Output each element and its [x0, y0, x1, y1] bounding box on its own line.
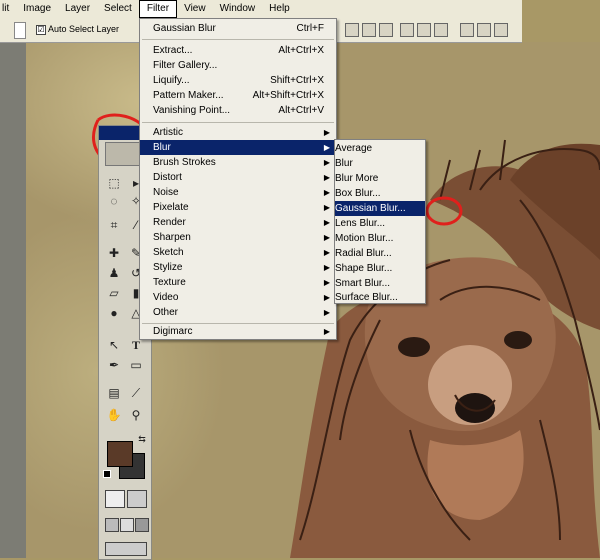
blur-item-average[interactable]: Average — [335, 141, 425, 156]
swap-colors-icon[interactable]: ⇆ — [133, 432, 151, 446]
submenu-arrow-icon: ▶ — [323, 278, 330, 287]
eraser-icon[interactable]: ▱ — [105, 286, 123, 300]
tool-preset-dropdown[interactable] — [14, 22, 26, 39]
auto-select-label: Auto Select Layer — [48, 24, 120, 34]
menu-item-sharpen[interactable]: Sharpen ▶ — [140, 230, 336, 245]
healing-brush-icon[interactable]: ✚ — [105, 246, 123, 260]
menu-item-filter-gallery[interactable]: Filter Gallery... — [140, 58, 336, 73]
menu-item-distort[interactable]: Distort ▶ — [140, 170, 336, 185]
auto-select-checkbox[interactable]: ☑ — [36, 25, 46, 35]
type-icon[interactable]: T — [127, 338, 145, 352]
blur-item-radial-blur[interactable]: Radial Blur... — [335, 246, 425, 261]
shape-icon[interactable]: ▭ — [127, 358, 145, 372]
pen-icon[interactable]: ✒ — [105, 358, 123, 372]
submenu-arrow-icon: ▶ — [323, 173, 330, 182]
jump-to-imageready-icon[interactable] — [105, 542, 147, 556]
distribute-bottom-icon[interactable] — [494, 23, 508, 37]
menu-separator — [142, 122, 334, 123]
menu-edit[interactable]: lit — [0, 0, 16, 18]
menu-item-texture[interactable]: Texture ▶ — [140, 275, 336, 290]
filter-menu: Gaussian Blur Ctrl+F Extract... Alt+Ctrl… — [139, 18, 337, 340]
submenu-arrow-icon: ▶ — [323, 327, 330, 336]
lasso-icon[interactable]: ◌ — [105, 194, 123, 208]
menu-item-other[interactable]: Other ▶ — [140, 305, 336, 320]
submenu-arrow-icon: ▶ — [323, 308, 330, 317]
screen-mode-full-icon[interactable] — [135, 518, 149, 532]
menu-item-extract[interactable]: Extract... Alt+Ctrl+X — [140, 43, 336, 58]
menu-item-pattern-maker[interactable]: Pattern Maker... Alt+Shift+Ctrl+X — [140, 88, 336, 103]
menu-help[interactable]: Help — [262, 0, 297, 18]
zoom-icon[interactable]: ⚲ — [127, 408, 145, 422]
blur-item-blur-more[interactable]: Blur More — [335, 171, 425, 186]
submenu-arrow-icon: ▶ — [323, 293, 330, 302]
distribute-top-icon[interactable] — [460, 23, 474, 37]
menu-item-brush-strokes[interactable]: Brush Strokes ▶ — [140, 155, 336, 170]
blur-submenu: Average Blur Blur More Box Blur... Gauss… — [334, 139, 426, 304]
menu-item-last-filter[interactable]: Gaussian Blur Ctrl+F — [140, 21, 336, 36]
align-bottom-icon[interactable] — [379, 23, 393, 37]
quick-mask-icon[interactable] — [127, 490, 147, 508]
screen-mode-full-menu-icon[interactable] — [120, 518, 134, 532]
menu-select[interactable]: Select — [97, 0, 139, 18]
align-top-icon[interactable] — [345, 23, 359, 37]
blur-item-blur[interactable]: Blur — [335, 156, 425, 171]
stamp-icon[interactable]: ♟ — [105, 266, 123, 280]
eyedropper-icon[interactable]: ⟋ — [127, 386, 145, 400]
blur-item-surface-blur[interactable]: Surface Blur... — [335, 290, 425, 302]
menu-bar: lit Image Layer Select Filter View Windo… — [0, 0, 522, 19]
notes-icon[interactable]: ▤ — [105, 386, 123, 400]
menu-item-render[interactable]: Render ▶ — [140, 215, 336, 230]
menu-item-stylize[interactable]: Stylize ▶ — [140, 260, 336, 275]
default-colors-icon[interactable] — [103, 470, 111, 478]
menu-separator — [142, 39, 334, 40]
menu-item-sketch[interactable]: Sketch ▶ — [140, 245, 336, 260]
foreground-color-overlay — [107, 441, 133, 467]
submenu-arrow-icon: ▶ — [323, 188, 330, 197]
blur-item-box-blur[interactable]: Box Blur... — [335, 186, 425, 201]
menu-item-video[interactable]: Video ▶ — [140, 290, 336, 305]
submenu-arrow-icon: ▶ — [323, 158, 330, 167]
align-left-icon[interactable] — [400, 23, 414, 37]
submenu-arrow-icon: ▶ — [323, 263, 330, 272]
menu-item-noise[interactable]: Noise ▶ — [140, 185, 336, 200]
menu-item-vanishing-point[interactable]: Vanishing Point... Alt+Ctrl+V — [140, 103, 336, 118]
hand-icon[interactable]: ✋ — [105, 408, 123, 422]
submenu-arrow-icon: ▶ — [323, 143, 330, 152]
marquee-icon[interactable]: ⬚ — [105, 176, 123, 190]
menu-item-digimarc[interactable]: Digimarc ▶ — [140, 324, 336, 339]
blur-item-shape-blur[interactable]: Shape Blur... — [335, 261, 425, 276]
distribute-center-icon[interactable] — [477, 23, 491, 37]
path-select-icon[interactable]: ↖ — [105, 338, 123, 352]
submenu-arrow-icon: ▶ — [323, 233, 330, 242]
menu-window[interactable]: Window — [213, 0, 263, 18]
blur-item-smart-blur[interactable]: Smart Blur... — [335, 276, 425, 291]
submenu-arrow-icon: ▶ — [323, 203, 330, 212]
submenu-arrow-icon: ▶ — [323, 248, 330, 257]
menu-item-blur[interactable]: Blur ▶ — [140, 140, 336, 155]
blur-item-lens-blur[interactable]: Lens Blur... — [335, 216, 425, 231]
submenu-arrow-icon: ▶ — [323, 128, 330, 137]
align-hcenter-icon[interactable] — [417, 23, 431, 37]
submenu-arrow-icon: ▶ — [323, 218, 330, 227]
align-right-icon[interactable] — [434, 23, 448, 37]
menu-item-pixelate[interactable]: Pixelate ▶ — [140, 200, 336, 215]
blur-item-motion-blur[interactable]: Motion Blur... — [335, 231, 425, 246]
align-center-icon[interactable] — [362, 23, 376, 37]
left-panel-strip — [0, 0, 26, 558]
screen-mode-standard-icon[interactable] — [105, 518, 119, 532]
menu-view[interactable]: View — [177, 0, 213, 18]
blur-item-gaussian-blur[interactable]: Gaussian Blur... — [335, 201, 425, 216]
dodge-icon[interactable]: ● — [105, 306, 123, 320]
menu-image[interactable]: Image — [16, 0, 58, 18]
menu-filter[interactable]: Filter — [138, 0, 178, 18]
menu-item-artistic[interactable]: Artistic ▶ — [140, 125, 336, 140]
crop-icon[interactable]: ⌗ — [105, 218, 123, 232]
menu-layer[interactable]: Layer — [58, 0, 97, 18]
standard-mode-icon[interactable] — [105, 490, 125, 508]
menu-item-liquify[interactable]: Liquify... Shift+Ctrl+X — [140, 73, 336, 88]
